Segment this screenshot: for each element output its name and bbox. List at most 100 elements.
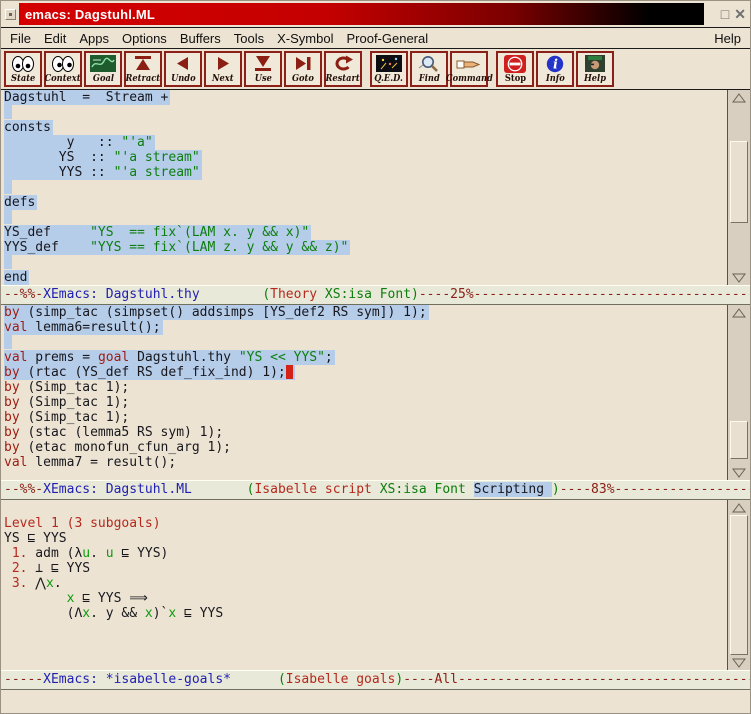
text-segment: Isabelle script: [254, 482, 371, 497]
scroll-up-icon[interactable]: [728, 306, 750, 319]
buffer-line[interactable]: YYS :: "'a stream": [4, 165, 727, 180]
menu-bar-items: File Edit Apps Options Buffers Tools X-Symbol P…: [10, 31, 428, 46]
buffer-line[interactable]: YS :: "'a stream": [4, 150, 727, 165]
buffer-line[interactable]: [4, 180, 727, 195]
buffer-line[interactable]: by (Simp_tac 1);: [4, 380, 727, 395]
buffer-line[interactable]: YYS_def "YYS == fix`(LAM z. y && y && z)…: [4, 240, 727, 255]
goto-icon: [292, 54, 314, 73]
buffer-line[interactable]: [4, 255, 727, 270]
text-segment: (Λ: [4, 606, 82, 621]
menu-options[interactable]: Options: [122, 31, 167, 46]
info-button[interactable]: i Info: [536, 51, 574, 87]
menu-edit[interactable]: Edit: [44, 31, 66, 46]
next-button[interactable]: Next: [204, 51, 242, 87]
text-segment: ): [552, 482, 560, 497]
buffer-line[interactable]: YS_def "YS == fix`(LAM x. y && x)": [4, 225, 727, 240]
restart-button[interactable]: Restart: [324, 51, 362, 87]
theory-scrollbar[interactable]: [727, 90, 750, 285]
locked-region-highlight: YS :: "'a stream": [4, 150, 202, 165]
scroll-up-icon[interactable]: [728, 501, 750, 514]
goals-buffer-text[interactable]: Level 1 (3 subgoals)YS ⊑ YYS 1. adm (λu.…: [1, 500, 727, 670]
script-scrollbar[interactable]: [727, 305, 750, 480]
locked-region-highlight: YYS :: "'a stream": [4, 165, 202, 180]
buffer-line[interactable]: 2. ⊥ ⊑ YYS: [4, 561, 727, 576]
theory-buffer-text[interactable]: Dagstuhl = Stream +consts y :: "'a" YS :…: [1, 90, 727, 285]
text-segment: consts: [4, 120, 51, 135]
eyes2-icon: [51, 54, 75, 73]
goto-button[interactable]: Goto: [284, 51, 322, 87]
command-button[interactable]: Command: [450, 51, 488, 87]
context-button[interactable]: Context: [44, 51, 82, 87]
maximize-icon[interactable]: □: [721, 7, 729, 21]
script-buffer-text[interactable]: by (simp_tac (simpset() addsimps [YS_def…: [1, 305, 727, 480]
buffer-line[interactable]: by (Simp_tac 1);: [4, 410, 727, 425]
buffer-line[interactable]: [4, 210, 727, 225]
buffer-line[interactable]: 3. ⋀x.: [4, 576, 727, 591]
buffer-line[interactable]: x ⊑ YYS ⟹: [4, 591, 727, 606]
retract-button[interactable]: Retract: [124, 51, 162, 87]
buffer-line[interactable]: Level 1 (3 subgoals): [4, 516, 727, 531]
buffer-line[interactable]: by (rtac (YS_def RS def_fix_ind) 1);: [4, 365, 727, 380]
buffer-line[interactable]: by (stac (lemma5 RS sym) 1);: [4, 425, 727, 440]
buffer-line[interactable]: [4, 335, 727, 350]
scroll-down-icon[interactable]: [728, 656, 750, 669]
eyes-icon: [11, 54, 35, 73]
buffer-line[interactable]: (Λx. y && x)`x ⊑ YYS: [4, 606, 727, 621]
menu-proof-general[interactable]: Proof-General: [346, 31, 428, 46]
scrollbar-thumb[interactable]: [730, 421, 748, 460]
scroll-down-icon[interactable]: [728, 466, 750, 479]
text-segment: ⊑ YYS ⟹: [74, 591, 147, 606]
buffer-line[interactable]: val lemma7 = result();: [4, 455, 727, 470]
goals-scrollbar[interactable]: [727, 500, 750, 670]
buffer-line[interactable]: 1. adm (λu. u ⊑ YYS): [4, 546, 727, 561]
find-button[interactable]: Find: [410, 51, 448, 87]
text-segment: (Simp_tac 1);: [20, 380, 130, 395]
text-segment: (etac monofun_cfun_arg 1);: [20, 440, 231, 455]
toolbar-button-label: Info: [545, 74, 564, 84]
buffer-line[interactable]: y :: "'a": [4, 135, 727, 150]
buffer-line[interactable]: by (etac monofun_cfun_arg 1);: [4, 440, 727, 455]
buffer-line[interactable]: Dagstuhl = Stream +: [4, 90, 727, 105]
undo-button[interactable]: Undo: [164, 51, 202, 87]
close-icon[interactable]: ✕: [734, 7, 746, 21]
qed-button[interactable]: Q.E.D.: [370, 51, 408, 87]
buffer-line[interactable]: YS ⊑ YYS: [4, 531, 727, 546]
buffer-line[interactable]: end: [4, 270, 727, 285]
find-icon: [417, 54, 441, 73]
window-menu-button[interactable]: [5, 9, 16, 20]
buffer-line[interactable]: by (simp_tac (simpset() addsimps [YS_def…: [4, 305, 727, 320]
buffer-line[interactable]: by (Simp_tac 1);: [4, 395, 727, 410]
menu-tools[interactable]: Tools: [234, 31, 264, 46]
svg-text:i: i: [553, 57, 558, 72]
goal-button[interactable]: Goal: [84, 51, 122, 87]
buffer-line[interactable]: defs: [4, 195, 727, 210]
use-button[interactable]: Use: [244, 51, 282, 87]
help-button[interactable]: Help: [576, 51, 614, 87]
scrollbar-thumb[interactable]: [730, 515, 748, 654]
scroll-up-icon[interactable]: [728, 91, 750, 104]
stop-button[interactable]: Stop: [496, 51, 534, 87]
text-segment: Dagstuhl.thy: [129, 350, 239, 365]
menu-help[interactable]: Help: [714, 31, 741, 46]
text-segment: "YYS == fix`(LAM z. y && y && z)": [90, 240, 348, 255]
buffer-line[interactable]: [4, 501, 727, 516]
minibuffer-echo-area[interactable]: [1, 690, 750, 713]
buffer-line[interactable]: consts: [4, 120, 727, 135]
menu-file[interactable]: File: [10, 31, 31, 46]
buffer-line[interactable]: val prems = goal Dagstuhl.thy "YS << YYS…: [4, 350, 727, 365]
buffer-line[interactable]: val lemma6=result();: [4, 320, 727, 335]
menu-x-symbol[interactable]: X-Symbol: [277, 31, 333, 46]
menu-buffers[interactable]: Buffers: [180, 31, 221, 46]
toolbar-button-label: Help: [584, 74, 606, 84]
state-button[interactable]: State: [4, 51, 42, 87]
text-segment: 2.: [4, 561, 27, 576]
buffer-line[interactable]: [4, 105, 727, 120]
locked-region-highlight: y :: "'a": [4, 135, 155, 150]
menu-apps[interactable]: Apps: [79, 31, 109, 46]
scroll-down-icon[interactable]: [728, 271, 750, 284]
text-segment: Dagstuhl = Stream +: [4, 90, 168, 105]
text-segment: by: [4, 305, 20, 320]
scrollbar-thumb[interactable]: [730, 141, 748, 223]
next-icon: [212, 54, 234, 73]
text-segment: Theory: [270, 287, 317, 302]
